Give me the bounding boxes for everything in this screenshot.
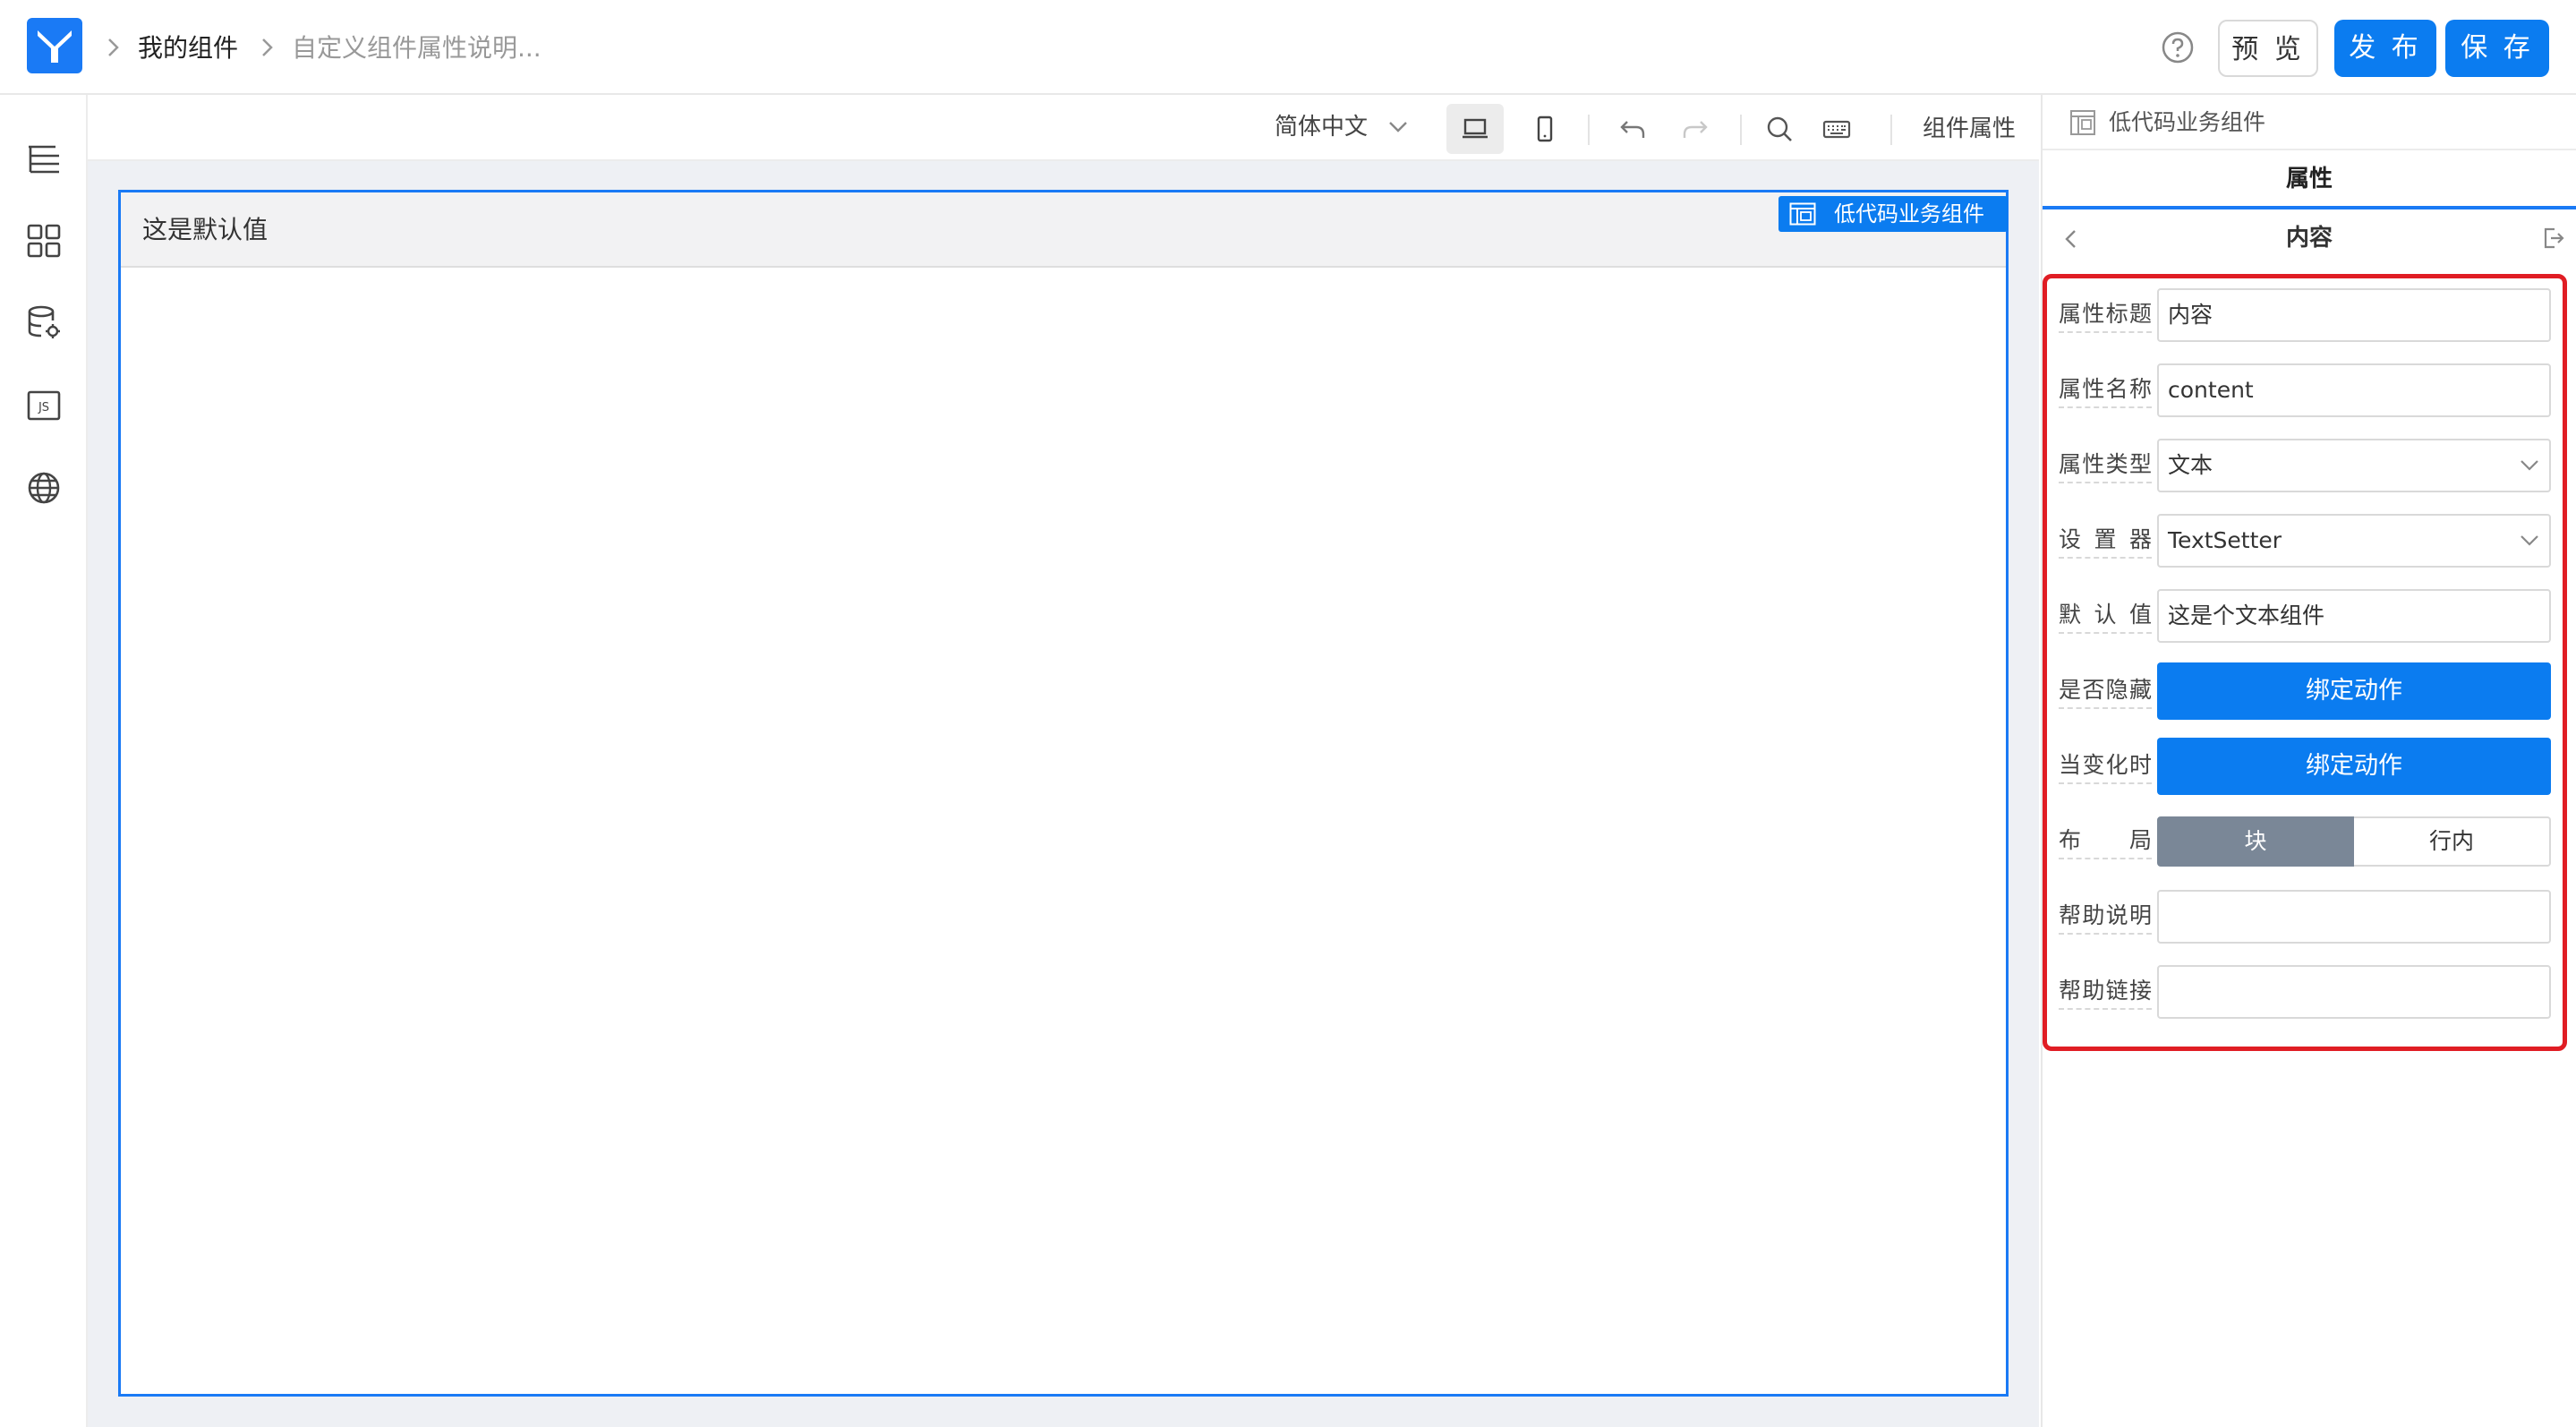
tab-properties[interactable]: 属性 bbox=[2043, 150, 2576, 209]
layout-block-option[interactable]: 块 bbox=[2157, 816, 2354, 867]
prop-title-input[interactable]: 内容 bbox=[2157, 288, 2551, 342]
tab-properties-label: 属性 bbox=[2285, 166, 2333, 192]
prop-name-label: 属性名称 bbox=[2059, 374, 2152, 408]
settings-section-header: 内容 bbox=[2043, 209, 2576, 267]
chevron-right-icon bbox=[108, 38, 119, 56]
prop-help-text-label: 帮助说明 bbox=[2059, 901, 2152, 935]
search-icon bbox=[1767, 116, 1792, 141]
prop-row-hidden: 是否隐藏 绑定动作 bbox=[2059, 662, 2553, 720]
svg-text:JS: JS bbox=[38, 401, 49, 414]
prop-row-type: 属性类型 文本 bbox=[2059, 437, 2553, 494]
logo-icon bbox=[38, 30, 72, 63]
prop-type-label: 属性类型 bbox=[2059, 449, 2152, 483]
desktop-view-button[interactable] bbox=[1446, 104, 1504, 154]
prop-row-on-change: 当变化时 绑定动作 bbox=[2059, 738, 2553, 795]
data-source-icon[interactable] bbox=[25, 304, 63, 342]
help-icon[interactable] bbox=[2161, 30, 2195, 64]
chevron-down-icon bbox=[2521, 460, 2538, 471]
laptop-icon bbox=[1463, 118, 1488, 139]
mobile-view-button[interactable] bbox=[1516, 104, 1574, 154]
preview-button[interactable]: 预 览 bbox=[2218, 20, 2318, 77]
publish-button[interactable]: 发 布 bbox=[2334, 20, 2436, 77]
keyboard-icon bbox=[1822, 120, 1851, 139]
section-title: 内容 bbox=[2285, 225, 2333, 252]
prop-type-value: 文本 bbox=[2168, 452, 2213, 478]
component-tag[interactable]: 低代码业务组件 bbox=[1778, 196, 2008, 232]
redo-icon bbox=[1683, 121, 1708, 138]
redo-button[interactable] bbox=[1667, 104, 1724, 154]
undo-button[interactable] bbox=[1604, 104, 1661, 154]
prop-row-default: 默 认 值 这是个文本组件 bbox=[2059, 587, 2553, 645]
prop-hidden-label: 是否隐藏 bbox=[2059, 675, 2152, 709]
undo-icon bbox=[1620, 121, 1645, 138]
prop-default-label: 默 认 值 bbox=[2059, 600, 2152, 634]
selected-component-frame[interactable]: 这是默认值 低代码业务组件 bbox=[118, 190, 2009, 1397]
prop-row-title: 属性标题 内容 bbox=[2059, 286, 2553, 344]
search-button[interactable] bbox=[1751, 104, 1808, 154]
prop-row-help-link: 帮助链接 bbox=[2059, 963, 2553, 1021]
prop-row-help-text: 帮助说明 bbox=[2059, 888, 2553, 945]
top-header: 我的组件 自定义组件属性说明... 预 览 发 布 保 存 bbox=[0, 0, 2576, 95]
breadcrumb-current-page: 自定义组件属性说明... bbox=[292, 33, 542, 63]
keyboard-shortcuts-button[interactable] bbox=[1808, 104, 1865, 154]
layout-inline-option[interactable]: 行内 bbox=[2354, 816, 2551, 867]
prop-row-name: 属性名称 content bbox=[2059, 362, 2553, 419]
selected-component-name: 低代码业务组件 bbox=[2109, 109, 2266, 135]
prop-row-layout: 布 局 块 行内 bbox=[2059, 813, 2553, 870]
hidden-bind-action-button[interactable]: 绑定动作 bbox=[2157, 662, 2551, 720]
prop-title-label: 属性标题 bbox=[2059, 299, 2152, 333]
on-change-bind-action-button[interactable]: 绑定动作 bbox=[2157, 738, 2551, 795]
prop-layout-label: 布 局 bbox=[2059, 825, 2152, 859]
language-select[interactable]: 简体中文 bbox=[1275, 111, 1368, 143]
prop-on-change-label: 当变化时 bbox=[2059, 750, 2152, 784]
phone-icon bbox=[1537, 115, 1553, 142]
prop-default-input[interactable]: 这是个文本组件 bbox=[2157, 589, 2551, 643]
prop-setter-label: 设 置 器 bbox=[2059, 525, 2152, 559]
prop-row-setter: 设 置 器 TextSetter bbox=[2059, 512, 2553, 569]
settings-panel-header: 低代码业务组件 bbox=[2043, 95, 2576, 150]
breadcrumb-my-components[interactable]: 我的组件 bbox=[138, 32, 238, 64]
app-logo[interactable] bbox=[27, 18, 82, 73]
prop-help-text-input[interactable] bbox=[2157, 890, 2551, 944]
prop-name-input[interactable]: content bbox=[2157, 363, 2551, 417]
component-text-bar[interactable]: 这是默认值 bbox=[121, 192, 2006, 268]
save-button[interactable]: 保 存 bbox=[2445, 20, 2549, 77]
chevron-right-icon bbox=[262, 38, 273, 56]
component-props-toggle[interactable]: 组件属性 bbox=[1923, 113, 2016, 145]
chevron-down-icon bbox=[2521, 535, 2538, 546]
chevron-down-icon[interactable] bbox=[1387, 118, 1409, 136]
component-tag-label: 低代码业务组件 bbox=[1834, 201, 1984, 226]
outline-tree-icon[interactable] bbox=[25, 140, 63, 177]
component-icon bbox=[2070, 110, 2095, 135]
components-grid-icon[interactable] bbox=[25, 222, 63, 260]
left-sidebar: JS bbox=[0, 95, 88, 1427]
globe-icon[interactable] bbox=[25, 469, 63, 507]
js-code-icon[interactable]: JS bbox=[25, 387, 63, 424]
canvas-toolbar: 简体中文 组件属性 bbox=[88, 95, 2039, 161]
prop-help-link-input[interactable] bbox=[2157, 965, 2551, 1019]
prop-type-select[interactable]: 文本 bbox=[2157, 439, 2551, 492]
component-icon bbox=[1789, 202, 1816, 226]
prop-setter-value: TextSetter bbox=[2168, 527, 2282, 553]
exit-icon[interactable] bbox=[2542, 226, 2565, 251]
prop-setter-select[interactable]: TextSetter bbox=[2157, 514, 2551, 568]
component-default-value: 这是默认值 bbox=[142, 215, 269, 244]
prop-help-link-label: 帮助链接 bbox=[2059, 976, 2152, 1010]
